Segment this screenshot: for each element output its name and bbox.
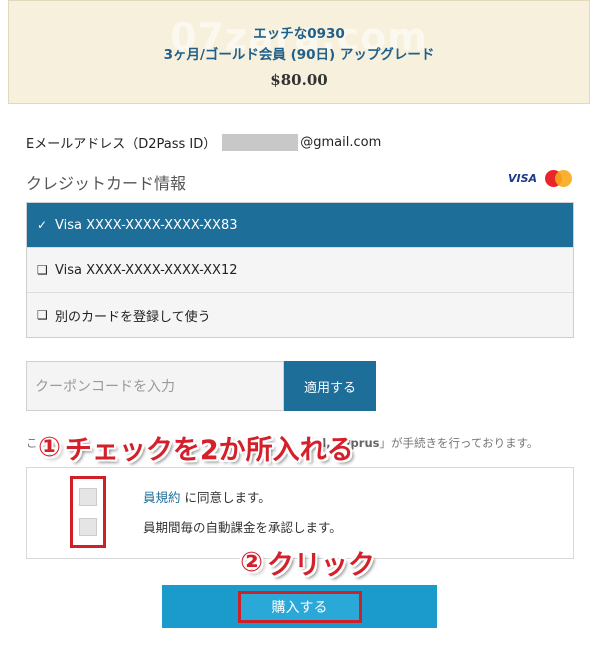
credit-card-header: クレジットカード情報	[26, 174, 187, 193]
auto-billing-row: 員期間毎の自動課金を承認します。	[143, 517, 342, 536]
notice-suffix: 」が手続きを行っております。	[379, 436, 539, 450]
product-subtitle: 3ヶ月/ゴールド会員 (90日) アップグレード	[163, 47, 435, 63]
purchase-button-label: 購入する	[237, 590, 362, 623]
auto-billing-text: 員期間毎の自動課金を承認します。	[143, 520, 342, 535]
visa-logo-icon: VISA	[508, 172, 538, 185]
checkbox-icon: ❑	[37, 263, 48, 277]
callout-step1-text: チェックを2か所入れる	[64, 434, 354, 466]
card-option-new-card[interactable]: ❑ 別のカードを登録して使う	[27, 292, 573, 337]
coupon-input[interactable]: クーポンコードを入力	[26, 361, 284, 411]
product-summary: 07zara.com エッチな0930 3ヶ月/ゴールド会員 (90日) アップ…	[8, 0, 590, 104]
email-redaction	[222, 134, 299, 151]
callout-step1: ① チェックを2か所入れる	[38, 428, 354, 466]
checkbox-icon: ❑	[37, 308, 48, 322]
product-title: エッチな0930	[253, 26, 345, 42]
coupon-apply-button[interactable]: 適用する	[284, 361, 376, 411]
callout-step1-number: ①	[38, 431, 61, 463]
check-icon: ✓	[37, 218, 48, 232]
callout-step2-number: ②	[240, 546, 263, 578]
product-price: $80.00	[270, 71, 328, 89]
email-label: Eメールアドレス（D2Pass ID）	[26, 137, 217, 152]
callout-step2-text: クリック	[266, 549, 375, 581]
checkbox-highlight	[70, 476, 106, 548]
terms-link[interactable]: 員規約	[143, 490, 181, 505]
card-option-label: Visa XXXX-XXXX-XXXX-XX12	[55, 262, 238, 278]
notice-lead: こ	[26, 436, 38, 450]
card-option-label: Visa XXXX-XXXX-XXXX-XX83	[55, 217, 238, 233]
card-option-xx12[interactable]: ❑ Visa XXXX-XXXX-XXXX-XX12	[27, 247, 573, 292]
terms-agree-row: 員規約 に同意します。	[143, 487, 271, 506]
mastercard-logo-icon	[545, 170, 573, 188]
email-domain: @gmail.com	[300, 135, 382, 150]
terms-agree-text: に同意します。	[180, 490, 271, 505]
callout-step2: ② クリック	[240, 543, 375, 581]
purchase-button[interactable]: 購入する	[162, 585, 437, 628]
card-option-xx83[interactable]: ✓ Visa XXXX-XXXX-XXXX-XX83	[27, 203, 573, 247]
card-option-label: 別のカードを登録して使う	[55, 309, 211, 325]
card-list: ✓ Visa XXXX-XXXX-XXXX-XX83 ❑ Visa XXXX-X…	[26, 202, 574, 338]
email-row: Eメールアドレス（D2Pass ID） @gmail.com	[26, 133, 381, 152]
